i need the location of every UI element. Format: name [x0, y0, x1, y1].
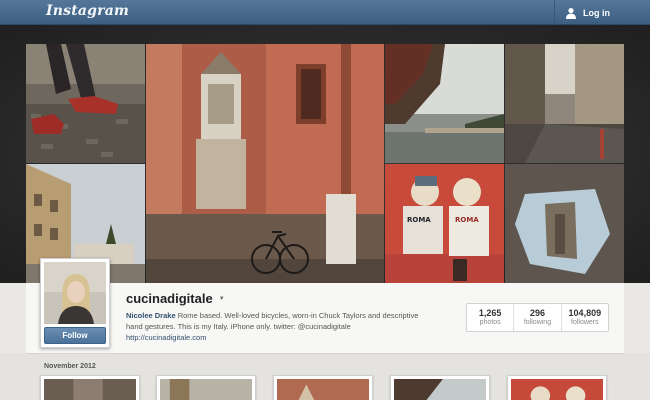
svg-text:ROMA: ROMA: [407, 216, 431, 224]
follow-button[interactable]: Follow: [44, 327, 106, 344]
stat-following[interactable]: 296 following: [514, 304, 562, 331]
cover-photo-collage: ROMA ROMA: [26, 44, 624, 284]
stat-photos-label: photos: [479, 319, 501, 326]
instagram-logo[interactable]: Instagram: [46, 3, 129, 19]
top-navigation-bar: Instagram Log in: [0, 0, 650, 25]
stat-followers[interactable]: 104,809 followers: [562, 304, 608, 331]
feed-photo-thumbnail[interactable]: [40, 375, 140, 400]
feed-photo-thumbnail[interactable]: [507, 375, 607, 400]
user-icon: [566, 7, 576, 19]
avatar[interactable]: [44, 262, 106, 324]
stat-following-count: 296: [529, 308, 545, 318]
collage-photo-puddle[interactable]: [505, 164, 624, 284]
section-divider: [26, 353, 624, 354]
collage-photo-shoes[interactable]: [26, 44, 145, 163]
profile-full-name: Nicolee Drake: [126, 311, 176, 320]
stat-following-label: following: [523, 319, 552, 326]
stat-photos-count: 1,265: [478, 308, 502, 318]
profile-username: cucinadigitale ▼: [126, 291, 225, 306]
collage-photo-graffiti[interactable]: ROMA ROMA: [385, 164, 504, 284]
stat-photos[interactable]: 1,265 photos: [467, 304, 515, 331]
profile-stats: 1,265 photos 296 following 104,809 follo…: [466, 303, 609, 332]
feed-photo-thumbnail[interactable]: [156, 375, 256, 400]
login-button[interactable]: Log in: [554, 0, 650, 25]
collage-photo-river[interactable]: [385, 44, 504, 163]
login-label: Log in: [583, 7, 610, 18]
profile-website-link[interactable]: http://cucinadigitale.com: [126, 332, 431, 343]
profile-bio: Nicolee Drake Rome based. Well-loved bic…: [126, 310, 431, 343]
collage-photo-rainy-street[interactable]: [505, 44, 624, 163]
chevron-down-icon[interactable]: ▼: [219, 296, 225, 302]
username-text: cucinadigitale: [126, 291, 213, 306]
collage-photo-bicycle-wall[interactable]: [146, 44, 384, 284]
month-heading: November 2012: [44, 363, 96, 370]
stat-followers-count: 104,809: [568, 308, 602, 318]
stat-followers-label: followers: [571, 319, 599, 326]
feed-photo-thumbnail[interactable]: [390, 375, 490, 400]
feed-photo-thumbnail[interactable]: [273, 375, 373, 400]
svg-text:ROMA: ROMA: [455, 216, 479, 224]
profile-card: Follow: [40, 258, 110, 348]
